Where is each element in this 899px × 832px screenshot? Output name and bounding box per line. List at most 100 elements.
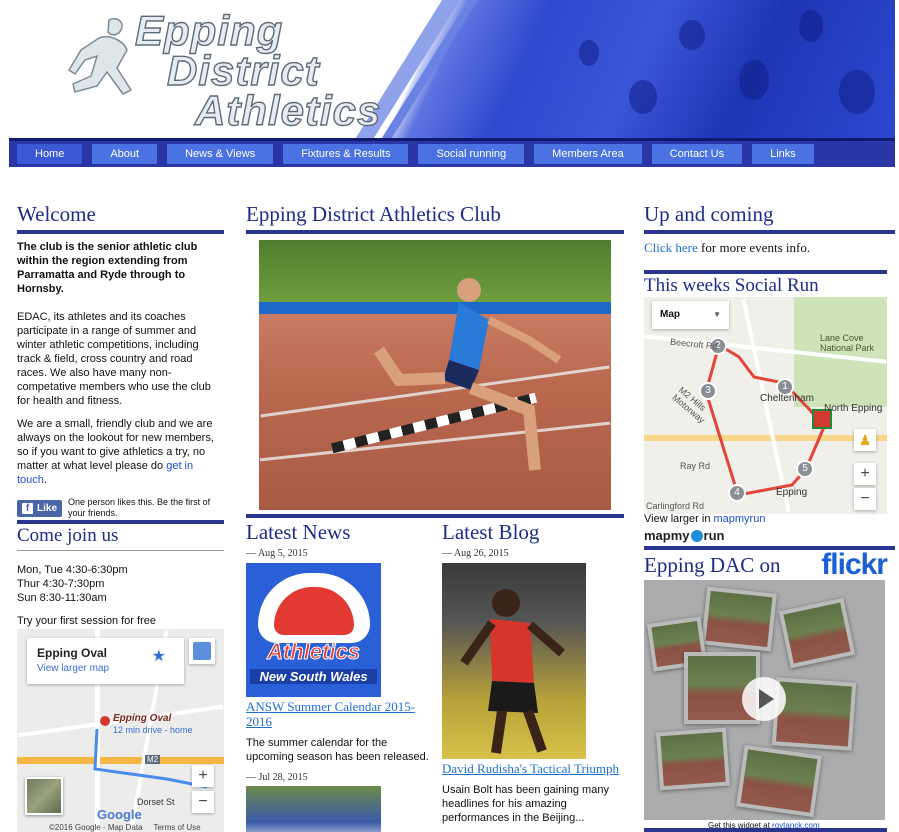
header-crowd-photo xyxy=(355,0,895,138)
satellite-toggle[interactable] xyxy=(25,777,63,815)
map-label-carlingford: Carlingford Rd xyxy=(646,501,705,511)
flickr-bottom-rule xyxy=(644,828,887,832)
right-column: Up and coming Click here for more events… xyxy=(644,200,895,256)
waypoint-3[interactable]: 3 xyxy=(699,382,717,400)
flickr-photo-widget[interactable] xyxy=(644,580,885,820)
map-type-label: Map xyxy=(660,309,680,320)
sprinter-figure xyxy=(460,589,565,754)
nav-news-views[interactable]: News & Views xyxy=(167,144,274,164)
facebook-like-button[interactable]: f Like xyxy=(17,499,63,517)
facebook-like-widget: f Like One person likes this. Be the fir… xyxy=(17,497,224,519)
join-rule xyxy=(17,550,224,551)
map-label-north-epping: North Epping xyxy=(824,403,883,414)
logo-line-2: District xyxy=(166,47,320,94)
middle-column: Epping District Athletics Club xyxy=(246,200,624,234)
social-run-map[interactable]: 2 3 1 5 4 Map ▼ Beecroft Rd Lane Cove Na… xyxy=(644,297,887,514)
upcoming-text: Click here for more events info. xyxy=(644,240,895,256)
latest-blog-section: Latest Blog — Aug 26, 2015 David Rudisha… xyxy=(442,518,624,825)
upcoming-title: Up and coming xyxy=(644,202,774,226)
chevron-down-icon: ▼ xyxy=(713,310,721,319)
flickr-logo[interactable]: flickr xyxy=(821,548,888,582)
zoom-in-button[interactable]: + xyxy=(192,765,214,787)
nav-links[interactable]: Links xyxy=(752,144,814,164)
pegman-icon[interactable]: ♟ xyxy=(854,429,876,451)
club-title: Epping District Athletics Club xyxy=(246,202,501,226)
flickr-section: Epping DAC on flickr xyxy=(644,546,895,582)
blog-date: — Aug 26, 2015 xyxy=(442,548,509,559)
nsw-logo-top: Athletics xyxy=(267,639,361,665)
nav-contact-us[interactable]: Contact Us xyxy=(651,144,743,164)
star-icon[interactable]: ★ xyxy=(152,646,166,666)
epping-oval-map[interactable]: Epping Oval View larger map ★ Epping Ova… xyxy=(17,629,224,832)
hurdler-photo xyxy=(259,240,611,510)
mapmyrun-dot-icon xyxy=(690,529,703,542)
flickr-title: Epping DAC on xyxy=(644,553,781,577)
map-road-shield: M2 xyxy=(145,755,161,764)
welcome-rule xyxy=(17,230,224,234)
news-date-2: — Jul 28, 2015 xyxy=(246,772,308,783)
map-label-cheltenham: Cheltenham xyxy=(760,393,814,404)
zoom-out-button[interactable]: − xyxy=(192,791,214,813)
view-larger-mapmyrun: View larger in mapmyrun xyxy=(644,513,765,525)
blog-summary: Usain Bolt has been gaining many headlin… xyxy=(442,784,609,824)
map-drive-time: 12 min drive - home xyxy=(113,725,193,735)
social-run-title: This weeks Social Run xyxy=(644,275,819,296)
welcome-title: Welcome xyxy=(17,202,96,226)
run-map-zoom-out-button[interactable]: − xyxy=(854,488,876,510)
social-run-section: This weeks Social Run xyxy=(644,270,887,298)
athletics-nsw-logo[interactable]: Athletics New South Wales xyxy=(246,563,381,697)
welcome-para-2-end: . xyxy=(43,474,47,486)
latest-blog-title: Latest Blog xyxy=(442,520,540,544)
nav-about[interactable]: About xyxy=(92,144,158,164)
facebook-like-label: Like xyxy=(37,502,58,514)
run-map-zoom-in-button[interactable]: + xyxy=(854,463,876,485)
google-logo: Google xyxy=(97,807,142,822)
news-headline-1[interactable]: ANSW Summer Calendar 2015-2016 xyxy=(246,699,432,729)
mapmyrun-logo[interactable]: mapmy run xyxy=(644,528,724,543)
map-street-label: Dorset St xyxy=(137,797,175,807)
news-date-1: — Aug 5, 2015 xyxy=(246,548,308,559)
map-label-epping: Epping xyxy=(776,487,808,498)
mapmyrun-brand-suffix: run xyxy=(703,528,725,543)
nsw-logo-bottom: New South Wales xyxy=(250,669,377,684)
play-icon xyxy=(759,689,774,709)
news-thumbnail-2[interactable] xyxy=(246,786,381,832)
waypoint-5[interactable]: 5 xyxy=(796,460,814,478)
street-view-icon[interactable] xyxy=(189,638,215,664)
athlete-figure xyxy=(374,278,562,471)
nav-fixtures-results[interactable]: Fixtures & Results xyxy=(283,144,409,164)
mapmyrun-link[interactable]: mapmyrun xyxy=(714,513,766,525)
map-label-ray-rd: Ray Rd xyxy=(680,461,711,471)
nav-home[interactable]: Home xyxy=(17,144,83,164)
latest-news-section: Latest News — Aug 5, 2015 Athletics New … xyxy=(246,518,432,832)
logo-line-3: Athletics xyxy=(194,87,382,134)
click-here-link[interactable]: Click here xyxy=(644,240,698,255)
facebook-icon: f xyxy=(22,502,33,514)
map-marker-icon xyxy=(100,716,110,726)
latest-news-title: Latest News xyxy=(246,520,351,544)
blog-headline[interactable]: David Rudisha's Tactical Triumph xyxy=(442,761,624,776)
nav-members-area[interactable]: Members Area xyxy=(534,144,642,164)
view-larger-text: View larger in xyxy=(644,513,714,525)
rudisha-photo[interactable] xyxy=(442,563,586,759)
map-label-lane-cove: Lane Cove National Park xyxy=(820,333,875,353)
nav-social-running[interactable]: Social running xyxy=(418,144,525,164)
session-time-3: Sun 8:30-11:30am xyxy=(17,592,107,604)
main-nav: Home About News & Views Fixtures & Resul… xyxy=(9,138,895,167)
waypoint-4[interactable]: 4 xyxy=(728,484,746,502)
map-info-card: Epping Oval View larger map ★ xyxy=(27,638,184,684)
come-join-title: Come join us xyxy=(17,525,119,546)
club-logo[interactable]: Epping District Athletics xyxy=(49,7,381,136)
upcoming-text-rest: for more events info. xyxy=(697,240,811,255)
welcome-intro: The club is the senior athletic club wit… xyxy=(17,241,198,295)
club-rule xyxy=(246,230,624,234)
session-time-1: Mon, Tue 4:30-6:30pm xyxy=(17,564,128,576)
logo-line-1: Epping xyxy=(134,7,284,54)
map-attribution: ©2016 Google - Map Data Terms of Use xyxy=(49,823,201,832)
map-type-select[interactable]: Map ▼ xyxy=(652,301,729,329)
facebook-like-count: One person likes this. Be the first of y… xyxy=(68,497,211,518)
upcoming-rule xyxy=(644,230,895,234)
welcome-para-1: EDAC, its athletes and its coaches parti… xyxy=(17,311,211,407)
play-button[interactable] xyxy=(742,677,786,721)
welcome-para-2: We are a small, friendly club and we are… xyxy=(17,417,224,487)
